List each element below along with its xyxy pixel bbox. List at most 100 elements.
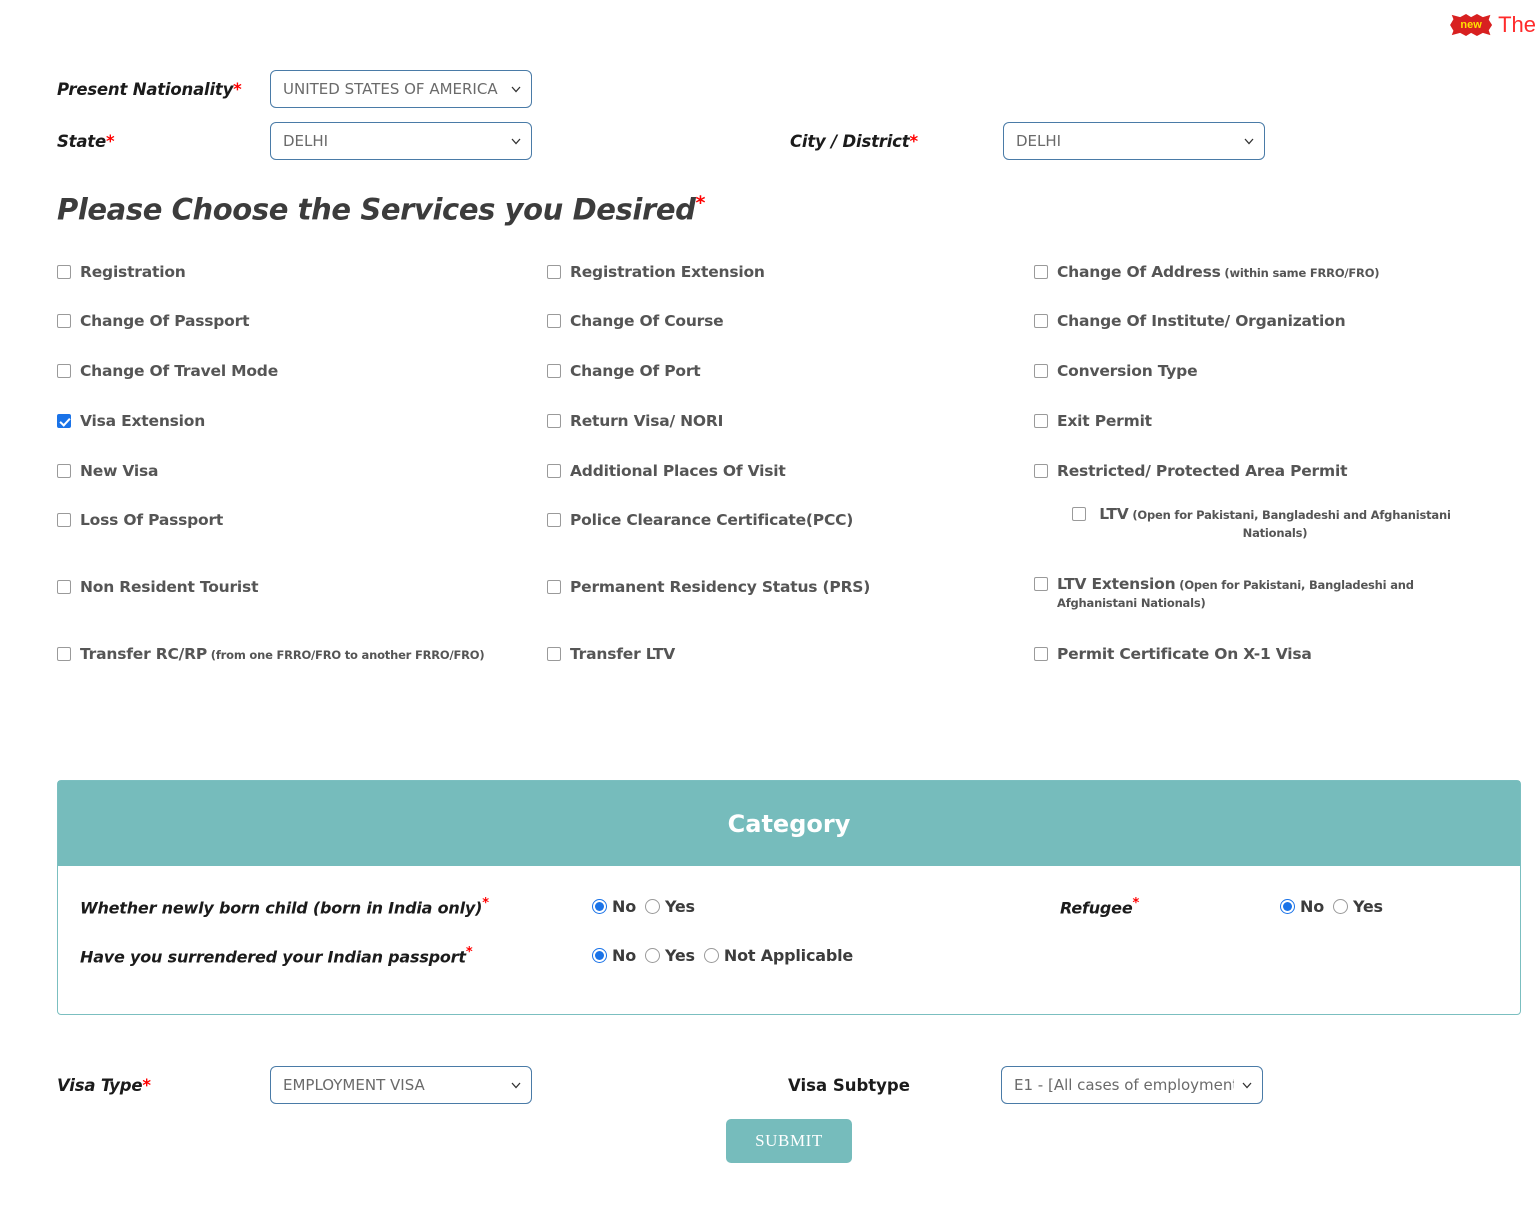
service-label-text: Change Of Institute/ Organization [1057,312,1346,330]
surrendered-passport-option-no[interactable]: No [592,946,636,965]
service-checkbox[interactable] [547,513,561,527]
refugee-option-no[interactable]: No [1280,897,1324,916]
service-label: Return Visa/ NORI [570,412,723,430]
service-checkbox[interactable] [57,647,71,661]
marquee: new The [1450,12,1536,38]
service-checkbox[interactable] [1034,364,1048,378]
service-checkbox[interactable] [1034,314,1048,328]
refugee-radio-no[interactable] [1280,899,1295,915]
service-checkbox[interactable] [1034,464,1048,478]
service-label-text: Loss Of Passport [80,511,224,529]
refugee-radio-yes[interactable] [1332,899,1348,915]
service-checkbox-item[interactable]: New Visa [57,462,159,480]
present-nationality-select[interactable]: UNITED STATES OF AMERICA [270,70,532,108]
service-checkbox-item[interactable]: Transfer LTV [547,645,675,663]
newborn-child-option-yes[interactable]: Yes [644,897,695,917]
service-checkbox[interactable] [547,647,561,661]
submit-button[interactable]: SUBMIT [726,1119,852,1163]
service-label: LTV Extension (Open for Pakistani, Bangl… [1057,575,1429,612]
service-label-note: (within same FRRO/FRO) [1220,266,1380,280]
service-label: Change Of Port [570,362,701,380]
visa-subtype-select[interactable]: E1 - [All cases of employment] [1001,1066,1263,1104]
service-checkbox[interactable] [547,464,561,478]
surrendered-passport-option-na[interactable]: Not Applicable [703,946,854,966]
service-checkbox[interactable] [547,265,561,279]
services-checkbox-grid: Registration Change Of Passport Change Of … [57,255,1497,685]
category-card: Category Whether newly born child (born … [57,780,1521,1015]
surrendered-passport-option-yes[interactable]: Yes [644,946,695,965]
service-checkbox-item[interactable]: Restricted/ Protected Area Permit [1034,462,1347,480]
service-label-note: (Open for Pakistani, Bangladeshi and Afg… [1128,508,1451,541]
service-checkbox[interactable] [57,314,71,328]
service-checkbox[interactable] [57,513,71,527]
service-checkbox-item[interactable]: LTV Extension (Open for Pakistani, Bangl… [1034,575,1429,612]
service-label: Police Clearance Certificate(PCC) [570,511,853,529]
service-checkbox[interactable] [547,414,561,428]
service-checkbox-item[interactable]: Change Of Address (within same FRRO/FRO) [1034,263,1380,281]
visa-type-row: Visa Type* EMPLOYMENT VISA [57,1066,532,1104]
newborn-child-radio-yes[interactable] [644,899,660,915]
service-checkbox[interactable] [547,314,561,328]
required-asterisk: * [233,79,242,99]
surrendered-passport-radio-yes[interactable] [644,948,660,964]
service-checkbox-item[interactable]: Exit Permit [1034,412,1152,430]
new-badge-icon: new [1450,14,1493,36]
newborn-child-radio-group: No Yes [592,897,695,916]
newborn-child-question-row: Whether newly born child (born in India … [80,896,695,917]
service-checkbox[interactable] [57,580,71,594]
service-checkbox-item[interactable]: Permit Certificate On X-1 Visa [1034,645,1312,663]
service-checkbox-item[interactable]: Change Of Course [547,312,724,330]
service-label: Loss Of Passport [80,511,223,529]
service-checkbox-item[interactable]: LTV (Open for Pakistani, Bangladeshi and… [1034,505,1455,542]
surrendered-passport-radio-na[interactable] [703,948,719,964]
service-checkbox-item[interactable]: Police Clearance Certificate(PCC) [547,511,853,529]
services-section-title: Please Choose the Services you Desired* [57,192,706,227]
newborn-child-label-yes: Yes [664,897,695,917]
service-checkbox-item[interactable]: Loss Of Passport [57,511,223,529]
service-checkbox-item[interactable]: Additional Places Of Visit [547,462,786,480]
service-label-text: Return Visa/ NORI [570,412,724,430]
service-label-text: Change Of Port [570,362,701,380]
refugee-label-no: No [1300,897,1324,917]
service-checkbox[interactable] [1034,414,1048,428]
service-checkbox-item[interactable]: Change Of Institute/ Organization [1034,312,1346,330]
service-checkbox-item[interactable]: Change Of Port [547,362,701,380]
service-checkbox-item[interactable]: Permanent Residency Status (PRS) [547,578,870,596]
service-label: Change Of Travel Mode [80,362,278,380]
service-checkbox[interactable] [57,265,71,279]
service-checkbox-item[interactable]: Registration [57,263,186,281]
service-checkbox-item[interactable]: Change Of Travel Mode [57,362,278,380]
service-checkbox[interactable] [57,414,71,428]
service-checkbox-item[interactable]: Visa Extension [57,412,205,430]
newborn-child-option-no[interactable]: No [592,897,636,916]
visa-type-select[interactable]: EMPLOYMENT VISA [270,1066,532,1104]
visa-subtype-label: Visa Subtype [788,1075,910,1095]
service-checkbox-item[interactable]: Transfer RC/RP (from one FRRO/FRO to ano… [57,645,485,663]
service-checkbox-item[interactable]: Non Resident Tourist [57,578,258,596]
service-label-text: Change Of Address [1057,263,1221,281]
service-checkbox[interactable] [57,464,71,478]
state-select[interactable]: DELHI [270,122,532,160]
service-label-text: Change Of Course [570,312,724,330]
service-checkbox[interactable] [57,364,71,378]
service-checkbox-item[interactable]: Conversion Type [1034,362,1198,380]
service-checkbox[interactable] [1034,265,1048,279]
service-checkbox[interactable] [547,364,561,378]
newborn-child-radio-no[interactable] [592,899,607,915]
service-label: Permanent Residency Status (PRS) [570,578,870,596]
service-checkbox[interactable] [1034,577,1048,591]
service-label-text: Transfer LTV [570,645,676,663]
service-checkbox[interactable] [547,580,561,594]
refugee-option-yes[interactable]: Yes [1332,897,1383,916]
service-checkbox-item[interactable]: Registration Extension [547,263,765,281]
service-checkbox-item[interactable]: Change Of Passport [57,312,249,330]
surrendered-passport-label-na: Not Applicable [723,946,854,966]
city-district-select[interactable]: DELHI [1003,122,1265,160]
surrendered-passport-radio-no[interactable] [592,948,607,964]
service-label-text: LTV [1099,505,1129,523]
city-district-label: City / District* [790,131,918,151]
service-checkbox[interactable] [1034,647,1048,661]
service-label-text: Visa Extension [80,412,206,430]
service-checkbox[interactable] [1072,507,1086,521]
service-checkbox-item[interactable]: Return Visa/ NORI [547,412,723,430]
